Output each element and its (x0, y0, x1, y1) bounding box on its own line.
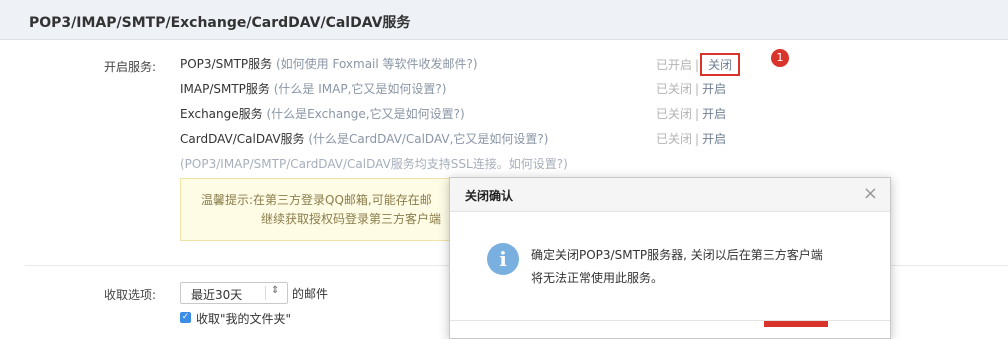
service-status-carddav: 已关闭 | 开启 (656, 130, 726, 147)
close-icon[interactable]: × (863, 183, 878, 204)
enable-exchange-button[interactable]: 开启 (702, 107, 726, 121)
service-row-pop3: POP3/SMTP服务 (如何使用 Foxmail 等软件收发邮件?) (180, 55, 478, 72)
my-folder-checkbox[interactable]: ✓ (180, 312, 191, 323)
status-text: 已关闭 (656, 107, 693, 121)
annotation-badge: 1 (771, 49, 789, 67)
select-divider (265, 286, 266, 300)
confirm-button[interactable] (764, 321, 828, 327)
status-separator: | (695, 58, 700, 72)
service-help-link[interactable]: (如何使用 Foxmail 等软件收发邮件?) (276, 57, 478, 71)
dialog-message: 确定关闭POP3/SMTP服务器, 关闭以后在第三方客户端 将无法正常使用此服务… (531, 244, 823, 290)
status-separator: | (695, 107, 700, 121)
service-name: CardDAV/CalDAV服务 (180, 132, 305, 146)
close-confirm-dialog: 关闭确认 × i 确定关闭POP3/SMTP服务器, 关闭以后在第三方客户端 将… (449, 177, 891, 339)
service-row-carddav: CardDAV/CalDAV服务 (什么是CardDAV/CalDAV,它又是如… (180, 130, 548, 147)
receive-range-select[interactable]: 最近30天 ⇕ (180, 282, 288, 304)
updown-arrow-icon: ⇕ (271, 285, 280, 296)
tip-text: 温馨提示:在第三方登录QQ邮箱,可能存在邮 继续获取授权码登录第三方客户端 (201, 191, 441, 229)
status-separator: | (695, 82, 700, 96)
status-text: 已关闭 (656, 132, 693, 146)
service-help-link[interactable]: (什么是 IMAP,它又是如何设置?) (274, 82, 447, 96)
service-status-pop3: 已开启 | 关闭 (656, 53, 741, 76)
tip-line-1: 温馨提示:在第三方登录QQ邮箱,可能存在邮 (201, 193, 432, 207)
enable-imap-button[interactable]: 开启 (702, 82, 726, 96)
service-name: POP3/SMTP服务 (180, 57, 273, 71)
receive-label: 收取选项: (104, 288, 157, 302)
dialog-message-line-1: 确定关闭POP3/SMTP服务器, 关闭以后在第三方客户端 (531, 248, 823, 262)
service-row-exchange: Exchange服务 (什么是Exchange,它又是如何设置?) (180, 105, 465, 122)
service-help-link[interactable]: (什么是Exchange,它又是如何设置?) (266, 107, 464, 121)
service-status-imap: 已关闭 | 开启 (656, 80, 726, 97)
dialog-title: 关闭确认 (465, 189, 514, 203)
service-name: Exchange服务 (180, 107, 263, 121)
receive-suffix: 的邮件 (292, 287, 329, 301)
status-text: 已开启 (656, 58, 693, 72)
tip-box: 温馨提示:在第三方登录QQ邮箱,可能存在邮 继续获取授权码登录第三方客户端 (180, 178, 482, 241)
status-separator: | (695, 132, 700, 146)
status-text: 已关闭 (656, 82, 693, 96)
select-value: 最近30天 (191, 288, 243, 302)
ssl-note-link[interactable]: (POP3/IMAP/SMTP/CardDAV/CalDAV服务均支持SSL连接… (180, 155, 568, 172)
disable-pop3-button[interactable]: 关闭 (700, 53, 741, 76)
tip-line-2: 继续获取授权码登录第三方客户端 (261, 212, 442, 226)
dialog-message-line-2: 将无法正常使用此服务。 (531, 271, 664, 285)
service-row-imap: IMAP/SMTP服务 (什么是 IMAP,它又是如何设置?) (180, 80, 446, 97)
section-header: POP3/IMAP/SMTP/Exchange/CardDAV/CalDAV服务 (0, 0, 1008, 40)
service-status-exchange: 已关闭 | 开启 (656, 105, 726, 122)
service-name: IMAP/SMTP服务 (180, 82, 270, 96)
section-title: POP3/IMAP/SMTP/Exchange/CardDAV/CalDAV服务 (29, 15, 411, 31)
info-icon: i (487, 243, 519, 275)
services-label: 开启服务: (104, 60, 157, 74)
enable-carddav-button[interactable]: 开启 (702, 132, 726, 146)
service-help-link[interactable]: (什么是CardDAV/CalDAV,它又是如何设置?) (308, 132, 548, 146)
my-folder-checkbox-label: 收取"我的文件夹" (196, 312, 292, 326)
dialog-header: 关闭确认 × (450, 178, 890, 212)
